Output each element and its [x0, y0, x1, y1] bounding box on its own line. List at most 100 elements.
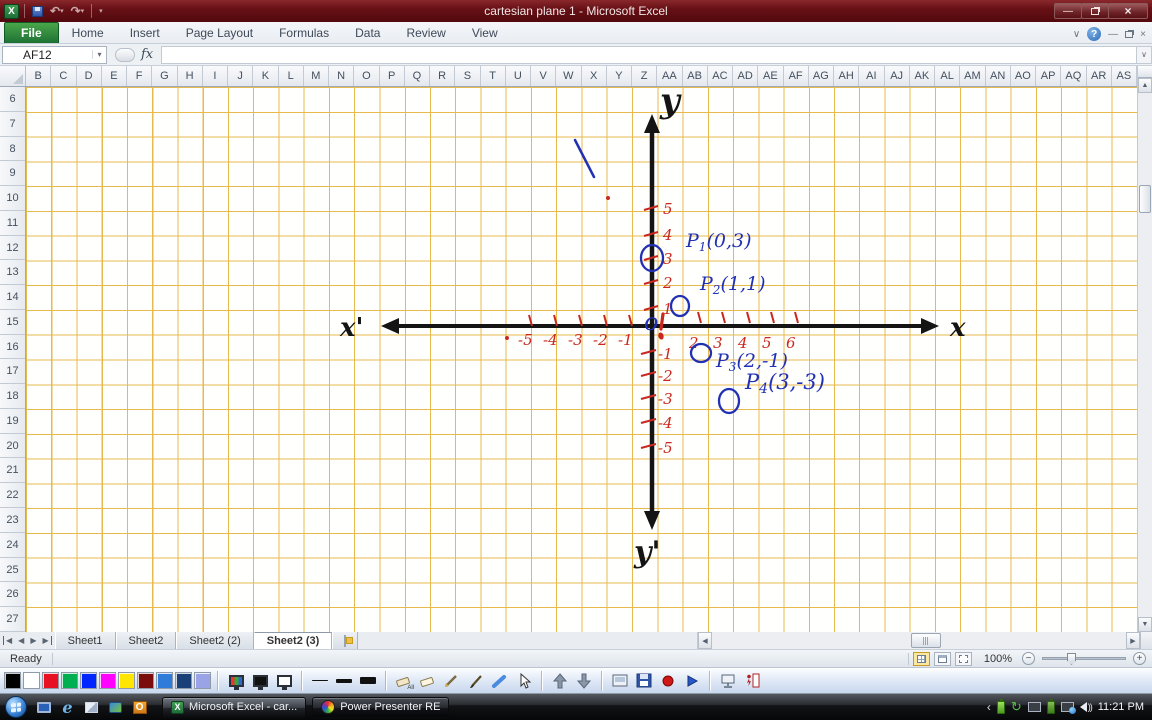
row-header[interactable]: 9: [0, 161, 25, 187]
row-header[interactable]: 24: [0, 533, 25, 558]
workbook-restore-icon[interactable]: [1125, 30, 1134, 38]
column-header[interactable]: AB: [683, 66, 708, 86]
row-header[interactable]: 7: [0, 112, 25, 137]
vertical-scrollbar[interactable]: ▲ ▼: [1137, 66, 1152, 632]
row-header[interactable]: 27: [0, 607, 25, 632]
horizontal-scrollbar[interactable]: ◀ ▶: [697, 632, 1152, 649]
row-header[interactable]: 22: [0, 483, 25, 509]
column-header[interactable]: E: [102, 66, 127, 86]
tray-expand-icon[interactable]: ‹: [987, 700, 991, 714]
normal-view-button[interactable]: [912, 651, 930, 666]
computer-icon[interactable]: [35, 699, 52, 716]
column-header[interactable]: Q: [405, 66, 430, 86]
column-header[interactable]: AO: [1011, 66, 1036, 86]
cell-grid[interactable]: [26, 87, 1137, 632]
battery-icon[interactable]: [996, 698, 1005, 714]
thick-line-button[interactable]: [357, 671, 379, 691]
row-header[interactable]: 18: [0, 384, 25, 409]
select-all-corner[interactable]: [0, 66, 26, 86]
column-header[interactable]: AQ: [1061, 66, 1087, 86]
ribbon-tab-file[interactable]: File: [4, 22, 59, 43]
record-button[interactable]: [657, 671, 679, 691]
zoom-slider-track[interactable]: [1042, 653, 1126, 665]
column-header[interactable]: AJ: [885, 66, 910, 86]
row-header[interactable]: 16: [0, 335, 25, 360]
sheet-tab[interactable]: Sheet2 (2): [176, 632, 254, 649]
name-box-dropdown-icon[interactable]: ▾: [92, 50, 106, 59]
insert-worksheet-tab[interactable]: [332, 632, 359, 649]
color-swatch[interactable]: [137, 672, 154, 689]
power-icon[interactable]: [1046, 698, 1055, 714]
insert-function-icon[interactable]: fx: [141, 47, 153, 62]
column-header[interactable]: AK: [910, 66, 935, 86]
column-header[interactable]: AC: [708, 66, 733, 86]
column-header[interactable]: T: [481, 66, 506, 86]
row-header[interactable]: 11: [0, 211, 25, 236]
ribbon-tab-home[interactable]: Home: [59, 23, 117, 43]
zoom-in-button[interactable]: +: [1133, 652, 1146, 665]
page-down-button[interactable]: [573, 671, 595, 691]
first-sheet-icon[interactable]: ◀: [3, 636, 14, 645]
column-header[interactable]: P: [380, 66, 405, 86]
show-desktop-icon[interactable]: [83, 699, 100, 716]
pointer-button[interactable]: [513, 671, 535, 691]
taskbar-button-power-presenter[interactable]: Power Presenter RE: [312, 696, 450, 718]
column-header[interactable]: AE: [758, 66, 784, 86]
ribbon-tab-view[interactable]: View: [459, 23, 511, 43]
column-header[interactable]: L: [279, 66, 304, 86]
row-header[interactable]: 14: [0, 285, 25, 310]
color-screen-button[interactable]: [225, 671, 247, 691]
ribbon-tab-page-layout[interactable]: Page Layout: [173, 23, 266, 43]
tab-split-handle[interactable]: [1140, 632, 1152, 649]
clock[interactable]: 11:21 PM: [1098, 701, 1144, 713]
row-header[interactable]: 12: [0, 236, 25, 261]
scroll-right-button[interactable]: ▶: [1126, 632, 1140, 649]
color-swatch[interactable]: [156, 672, 173, 689]
column-header[interactable]: G: [152, 66, 178, 86]
ribbon-tab-formulas[interactable]: Formulas: [266, 23, 342, 43]
column-header[interactable]: AF: [784, 66, 809, 86]
erase-all-button[interactable]: All: [393, 671, 415, 691]
help-icon[interactable]: ?: [1087, 27, 1102, 41]
color-swatch[interactable]: [194, 672, 211, 689]
sheet-tab[interactable]: Sheet1: [54, 632, 116, 649]
outlook-icon[interactable]: O: [131, 699, 148, 716]
zoom-slider-thumb[interactable]: [1067, 653, 1076, 665]
zoom-out-button[interactable]: −: [1022, 652, 1035, 665]
scroll-down-button[interactable]: ▼: [1138, 617, 1152, 632]
column-header[interactable]: O: [354, 66, 380, 86]
zoom-level[interactable]: 100%: [984, 653, 1012, 665]
sheet-tab[interactable]: Sheet2: [115, 632, 177, 649]
color-swatch[interactable]: [61, 672, 78, 689]
column-header[interactable]: F: [127, 66, 153, 86]
workbook-close-icon[interactable]: ×: [1140, 29, 1146, 40]
column-header[interactable]: C: [51, 66, 77, 86]
brush-button[interactable]: [465, 671, 487, 691]
export-slide-button[interactable]: [609, 671, 631, 691]
column-header[interactable]: AG: [809, 66, 834, 86]
workbook-minimize-icon[interactable]: —: [1108, 29, 1118, 40]
start-button[interactable]: [5, 696, 27, 718]
save-button[interactable]: [30, 3, 45, 19]
row-header[interactable]: 23: [0, 508, 25, 533]
column-header[interactable]: S: [455, 66, 481, 86]
column-header[interactable]: U: [506, 66, 531, 86]
scroll-left-button[interactable]: ◀: [698, 632, 712, 649]
network-icon[interactable]: [1060, 702, 1076, 714]
color-swatch[interactable]: [23, 672, 40, 689]
close-button[interactable]: ×: [1108, 3, 1148, 19]
column-header[interactable]: AM: [960, 66, 986, 86]
column-header[interactable]: H: [178, 66, 203, 86]
column-header[interactable]: M: [304, 66, 329, 86]
column-header[interactable]: W: [556, 66, 582, 86]
vertical-scroll-track[interactable]: [1138, 93, 1152, 617]
page-break-view-button[interactable]: [954, 651, 972, 666]
medium-line-button[interactable]: [333, 671, 355, 691]
vertical-scroll-thumb[interactable]: [1139, 185, 1151, 213]
taskbar-button-excel[interactable]: X Microsoft Excel - car...: [162, 696, 307, 718]
formula-bar-button[interactable]: [115, 47, 135, 62]
column-header[interactable]: AH: [834, 66, 860, 86]
column-header[interactable]: K: [253, 66, 279, 86]
column-header[interactable]: AA: [657, 66, 683, 86]
column-header[interactable]: AI: [859, 66, 885, 86]
